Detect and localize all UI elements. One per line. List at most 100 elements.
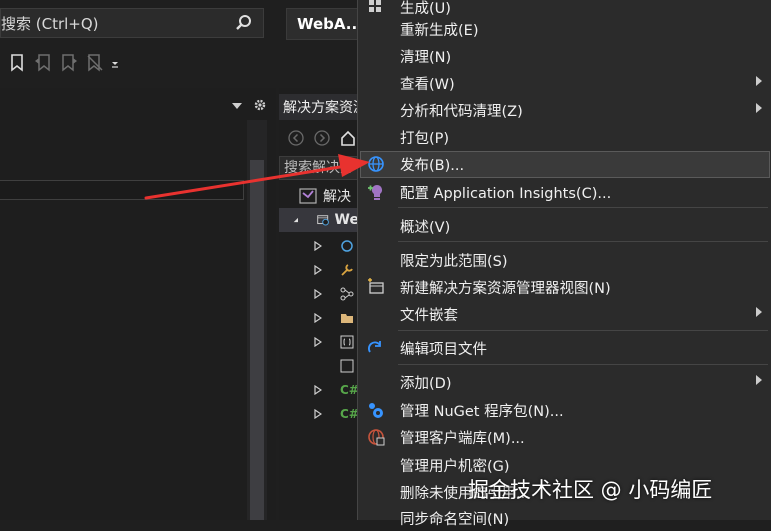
menu-item-clean[interactable]: 清理(N) bbox=[360, 43, 770, 69]
panel-dropdown-icon[interactable] bbox=[232, 102, 242, 110]
collapsed-chevron-icon[interactable] bbox=[314, 337, 322, 347]
left-scrollbar[interactable] bbox=[247, 120, 267, 520]
search-text: 搜索 (Ctrl+Q) bbox=[1, 14, 99, 33]
tree-item-json[interactable] bbox=[279, 330, 359, 354]
solution-explorer-toolbar bbox=[284, 128, 356, 148]
folder-icon bbox=[341, 314, 353, 323]
web-project-icon bbox=[316, 215, 329, 226]
project-node[interactable]: We bbox=[279, 208, 359, 232]
build-icon bbox=[369, 0, 381, 12]
menu-item-add[interactable]: 添加(D) bbox=[360, 369, 770, 395]
file-icon bbox=[340, 359, 354, 373]
collapsed-chevron-icon[interactable] bbox=[314, 241, 322, 251]
menu-separator bbox=[398, 330, 768, 331]
collapsed-chevron-icon[interactable] bbox=[314, 313, 322, 323]
wrench-icon bbox=[341, 264, 353, 276]
client-library-icon bbox=[368, 429, 385, 446]
menu-item-label: 管理客户端库(M)... bbox=[400, 430, 525, 447]
menu-item-label: 概述(V) bbox=[400, 219, 451, 236]
solution-node[interactable]: 解决 bbox=[279, 184, 359, 208]
solution-icon bbox=[299, 188, 317, 204]
collapsed-chevron-icon[interactable] bbox=[314, 265, 322, 275]
menu-item-manage-nuget[interactable]: 管理 NuGet 程序包(N)... bbox=[360, 397, 770, 423]
menu-item-publish[interactable]: 发布(B)... bbox=[360, 151, 770, 178]
dependencies-icon bbox=[340, 287, 354, 301]
menu-item-label: 同步命名空间(N) bbox=[400, 511, 510, 528]
menu-item-app-insights[interactable]: 配置 Application Insights(C)... bbox=[360, 179, 770, 205]
menu-separator bbox=[398, 364, 768, 365]
tree-item-file[interactable] bbox=[279, 354, 359, 378]
collapsed-chevron-icon[interactable] bbox=[314, 385, 322, 395]
settings-gear-icon[interactable] bbox=[253, 98, 267, 112]
project-context-menu: 生成(U) 重新生成(E) 清理(N) 查看(W) 分析和代码清理(Z) 打包(… bbox=[357, 0, 771, 528]
menu-item-label: 添加(D) bbox=[400, 375, 452, 392]
menu-item-label: 管理 NuGet 程序包(N)... bbox=[400, 403, 564, 420]
solution-node-label: 解决 bbox=[323, 189, 351, 205]
menu-item-manage-client-libs[interactable]: 管理客户端库(M)... bbox=[360, 424, 770, 450]
left-panel-header bbox=[0, 88, 276, 122]
toolbar-overflow-icon[interactable] bbox=[108, 51, 122, 75]
menu-item-view[interactable]: 查看(W) bbox=[360, 70, 770, 96]
left-panel-field[interactable] bbox=[0, 180, 244, 200]
scrollbar-thumb[interactable] bbox=[250, 160, 264, 520]
tree-item-properties[interactable] bbox=[279, 258, 359, 282]
bookmark-toolbar bbox=[4, 48, 122, 78]
nuget-icon bbox=[369, 403, 383, 418]
menu-item-file-nesting[interactable]: 文件嵌套 bbox=[360, 301, 770, 327]
document-tab-label: WebA... bbox=[297, 15, 363, 33]
menu-item-edit-project-file[interactable]: 编辑项目文件 bbox=[360, 335, 770, 361]
json-file-icon bbox=[340, 335, 354, 349]
bookmark-next-icon[interactable] bbox=[56, 51, 82, 75]
menu-item-pack[interactable]: 打包(P) bbox=[360, 124, 770, 150]
tree-item-folder[interactable] bbox=[279, 306, 359, 330]
solution-search-input[interactable]: 搜索解决方 bbox=[279, 156, 359, 180]
bookmark-clear-icon[interactable] bbox=[82, 51, 108, 75]
menu-item-label: 打包(P) bbox=[400, 130, 450, 147]
search-box[interactable]: 搜索 (Ctrl+Q) bbox=[0, 8, 264, 38]
menu-item-scope-to-this[interactable]: 限定为此范围(S) bbox=[360, 247, 770, 273]
document-tab[interactable]: WebA... bbox=[286, 8, 364, 40]
solution-explorer-title: 解决方案资源 bbox=[279, 94, 359, 120]
tree-item-csharp-1[interactable]: C# bbox=[279, 378, 359, 402]
menu-item-label: 新建解决方案资源管理器视图(N) bbox=[400, 280, 611, 297]
publish-globe-icon bbox=[368, 156, 384, 172]
tree-item-csharp-2[interactable]: C# bbox=[279, 402, 359, 426]
tree-item-connected-services[interactable] bbox=[279, 234, 359, 258]
tree-item-dependencies[interactable] bbox=[279, 282, 359, 306]
home-icon[interactable] bbox=[340, 129, 356, 147]
menu-item-label: 管理用户机密(G) bbox=[400, 458, 510, 475]
menu-item-label: 生成(U) bbox=[400, 0, 451, 17]
menu-item-label: 编辑项目文件 bbox=[400, 341, 487, 358]
menu-separator bbox=[398, 207, 768, 208]
application-insights-icon bbox=[368, 185, 382, 200]
menu-item-label: 清理(N) bbox=[400, 49, 452, 66]
menu-item-label: 文件嵌套 bbox=[400, 307, 458, 324]
expanded-chevron-icon[interactable] bbox=[293, 216, 299, 224]
collapsed-chevron-icon[interactable] bbox=[314, 409, 322, 419]
forward-icon[interactable] bbox=[314, 130, 330, 146]
menu-item-analyze[interactable]: 分析和代码清理(Z) bbox=[360, 97, 770, 123]
menu-item-rebuild[interactable]: 重新生成(E) bbox=[360, 16, 770, 42]
bookmark-prev-icon[interactable] bbox=[30, 51, 56, 75]
menu-separator bbox=[398, 241, 768, 242]
menu-item-label: 重新生成(E) bbox=[400, 22, 479, 39]
submenu-arrow-icon bbox=[756, 76, 762, 86]
menu-item-label: 分析和代码清理(Z) bbox=[400, 103, 523, 120]
menu-item-new-view[interactable]: 新建解决方案资源管理器视图(N) bbox=[360, 274, 770, 300]
search-icon[interactable] bbox=[235, 14, 253, 32]
submenu-arrow-icon bbox=[756, 103, 762, 113]
menu-item-label: 发布(B)... bbox=[400, 158, 465, 174]
edit-project-icon bbox=[368, 341, 381, 353]
project-node-label: We bbox=[334, 212, 359, 228]
new-view-icon bbox=[368, 278, 384, 294]
menu-item-overview[interactable]: 概述(V) bbox=[360, 213, 770, 239]
bookmark-icon[interactable] bbox=[4, 51, 30, 75]
collapsed-chevron-icon[interactable] bbox=[314, 289, 322, 299]
watermark-text: 掘金技术社区 @ 小码编匠 bbox=[468, 478, 713, 502]
menu-item-label: 限定为此范围(S) bbox=[400, 253, 508, 270]
submenu-arrow-icon bbox=[756, 375, 762, 385]
menu-item-sync-namespaces[interactable]: 同步命名空间(N) bbox=[360, 505, 770, 531]
menu-item-label: 配置 Application Insights(C)... bbox=[400, 185, 612, 202]
connected-services-icon bbox=[341, 240, 353, 252]
back-icon[interactable] bbox=[288, 130, 304, 146]
